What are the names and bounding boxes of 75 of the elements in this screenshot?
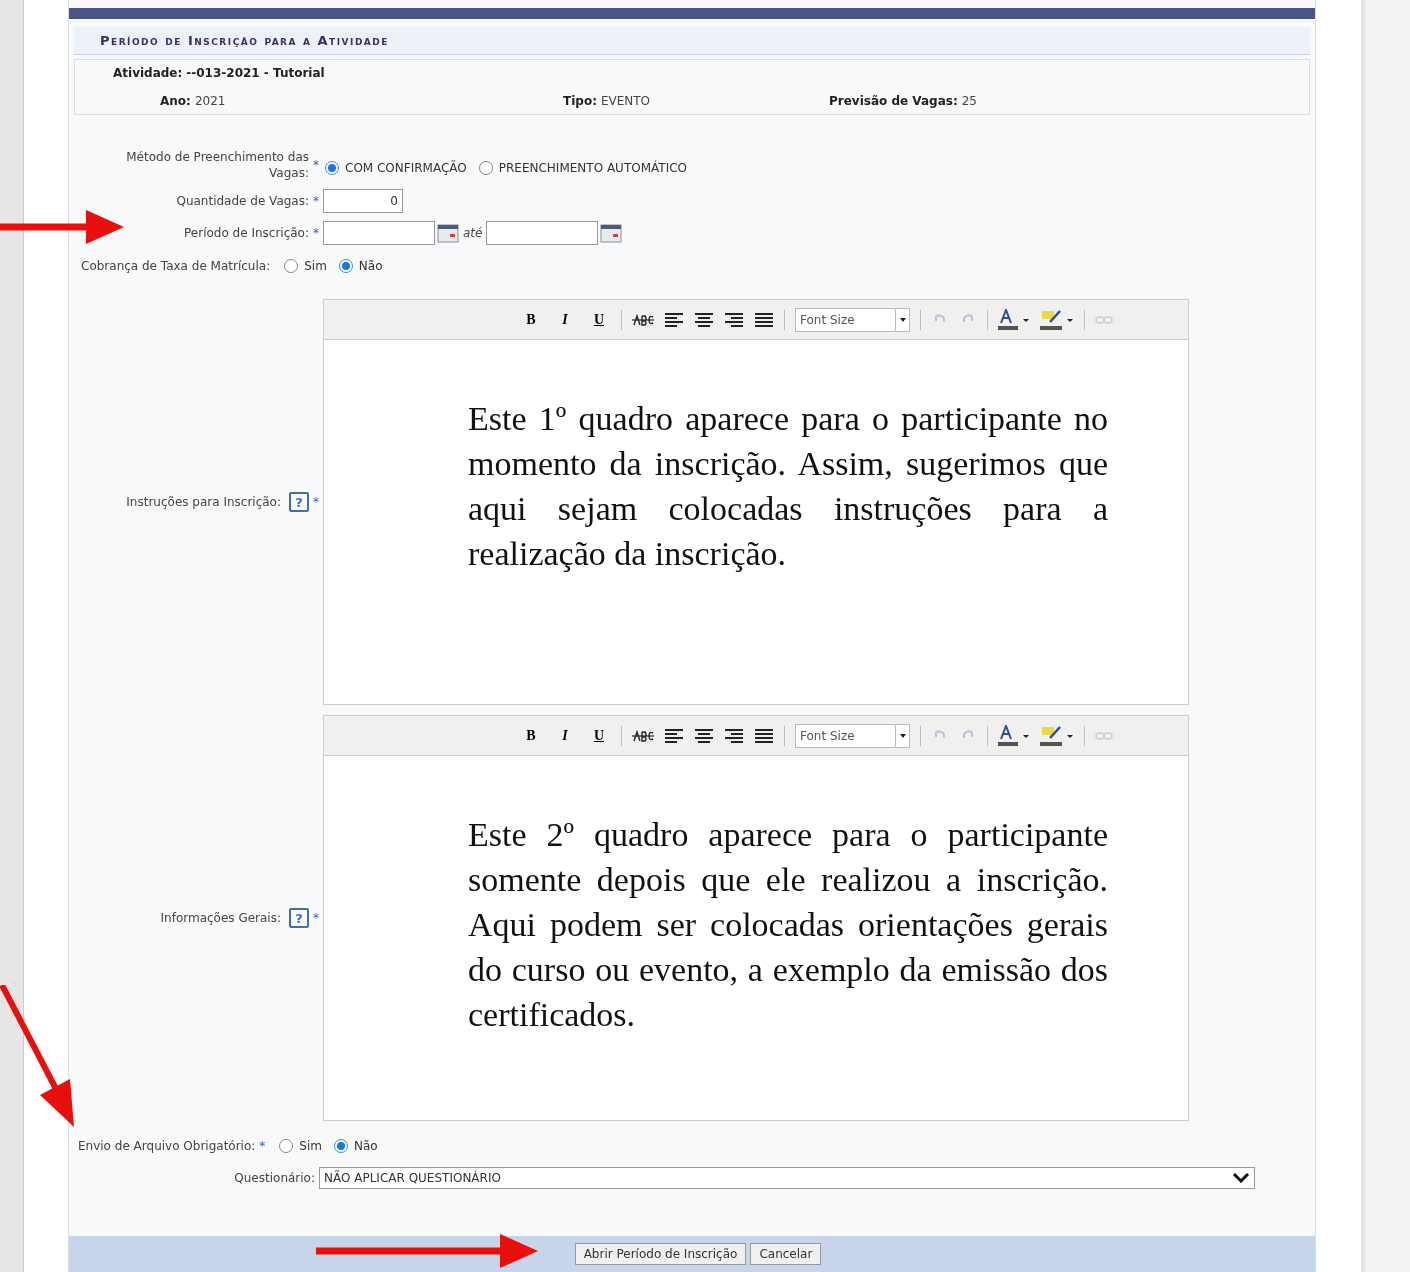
- info-value: EVENTO: [600, 93, 651, 110]
- form-button[interactable]: Cancelar: [750, 1243, 822, 1265]
- field-label: Informações Gerais:: [160, 910, 281, 927]
- radio-label: Sim: [299, 1138, 322, 1155]
- info-label: Previsão de Vagas:: [829, 93, 958, 110]
- align-icon[interactable]: [664, 312, 684, 327]
- questionnaire-select[interactable]: NÃO APLICAR QUESTIONÁRIO: [319, 1167, 1255, 1189]
- info-value: --013-2021 - Tutorial: [186, 65, 325, 82]
- field-label: Questionário:: [234, 1170, 315, 1187]
- quantity-field[interactable]: 0: [323, 189, 403, 213]
- info-label: Atividade:: [113, 65, 183, 82]
- highlight-icon[interactable]: [1040, 308, 1074, 331]
- date-field[interactable]: [323, 221, 435, 245]
- font-size-select[interactable]: Font Size: [795, 723, 910, 748]
- align-icon[interactable]: [724, 728, 744, 743]
- info-label: Tipo:: [563, 93, 597, 110]
- radio-label: Sim: [304, 258, 327, 275]
- rich-text-editor[interactable]: B I U Font Size Este 1º quadro aparece para o participante no momento da inscrição. Assim, sugerimos que aqui sejam colocadas instruções para a realização da inscrição.: [323, 299, 1189, 705]
- field-label: até: [463, 225, 483, 242]
- required-mark: *: [313, 157, 319, 174]
- caret-icon: [899, 317, 906, 322]
- form-button[interactable]: Abrir Período de Inscrição: [574, 1243, 747, 1265]
- field-label: Envio de Arquivo Obrigatório:: [78, 1138, 256, 1155]
- align-icon[interactable]: [694, 728, 714, 743]
- align-icon[interactable]: [754, 312, 774, 327]
- info-value: 2021: [194, 93, 226, 110]
- format-button[interactable]: B: [519, 725, 543, 746]
- editor-text: Este 1º quadro aparece para o participante no momento da inscrição. Assim, sugerimos que aqui sejam colocadas instruções para a realização da inscrição.: [468, 399, 1108, 574]
- radio-label: COM CONFIRMAÇÃO: [345, 159, 467, 177]
- format-button[interactable]: U: [587, 725, 611, 746]
- text-color-icon[interactable]: [998, 308, 1030, 331]
- radio-label: PREENCHIMENTO AUTOMÁTICO: [498, 159, 687, 177]
- field-label: Período de Inscrição:: [184, 225, 309, 242]
- radio-button[interactable]: [284, 259, 299, 273]
- field-label: Cobrança de Taxa de Matrícula:: [81, 258, 271, 275]
- date-field[interactable]: [486, 221, 599, 245]
- radio-button[interactable]: [334, 1139, 348, 1153]
- align-icon[interactable]: [754, 728, 774, 743]
- align-icon[interactable]: [694, 312, 714, 327]
- format-button[interactable]: U: [587, 309, 611, 330]
- highlight-icon[interactable]: [1040, 724, 1074, 747]
- calendar-icon[interactable]: [437, 223, 459, 243]
- format-button[interactable]: I: [553, 725, 577, 746]
- format-button[interactable]: B: [519, 309, 543, 330]
- required-mark: *: [313, 225, 319, 242]
- chevron-down-icon: [1232, 1173, 1250, 1183]
- format-button[interactable]: I: [553, 309, 577, 330]
- info-label: Ano:: [160, 93, 191, 110]
- section-title: Período de Inscrição para a Atividade: [74, 27, 1310, 55]
- caret-icon: [899, 733, 906, 738]
- radio-button[interactable]: [338, 259, 353, 273]
- strikethrough-icon[interactable]: [632, 728, 654, 743]
- required-mark: *: [259, 1138, 266, 1155]
- align-icon[interactable]: [724, 312, 744, 327]
- calendar-icon[interactable]: [600, 223, 623, 243]
- radio-button[interactable]: [279, 1139, 294, 1153]
- required-mark: *: [313, 910, 319, 927]
- text-color-icon[interactable]: [998, 724, 1030, 747]
- align-icon[interactable]: [664, 728, 684, 743]
- rich-text-editor[interactable]: [323, 715, 1189, 1121]
- field-label: Instruções para Inscrição:: [126, 494, 281, 511]
- radio-button[interactable]: [478, 161, 493, 175]
- font-size-select[interactable]: Font Size: [795, 307, 910, 332]
- field-label: Quantidade de Vagas:: [176, 193, 309, 210]
- info-value: 25: [961, 93, 977, 110]
- help-icon[interactable]: ?: [289, 908, 309, 928]
- help-icon[interactable]: ?: [289, 492, 309, 512]
- strikethrough-icon[interactable]: [632, 312, 654, 327]
- required-mark: *: [313, 494, 319, 511]
- required-mark: *: [313, 193, 319, 210]
- radio-label: Não: [354, 1138, 378, 1155]
- field-label: Método de Preenchimento das Vagas:: [126, 149, 309, 181]
- radio-label: Não: [358, 258, 383, 275]
- editor-text: Este 2º quadro aparece para o participante somente depois que ele realizou a inscrição. Aqui podem ser colocadas orientações gerais do curso ou evento, a exemplo da emissão dos certificados.: [468, 815, 1108, 1035]
- radio-button[interactable]: [325, 161, 339, 175]
